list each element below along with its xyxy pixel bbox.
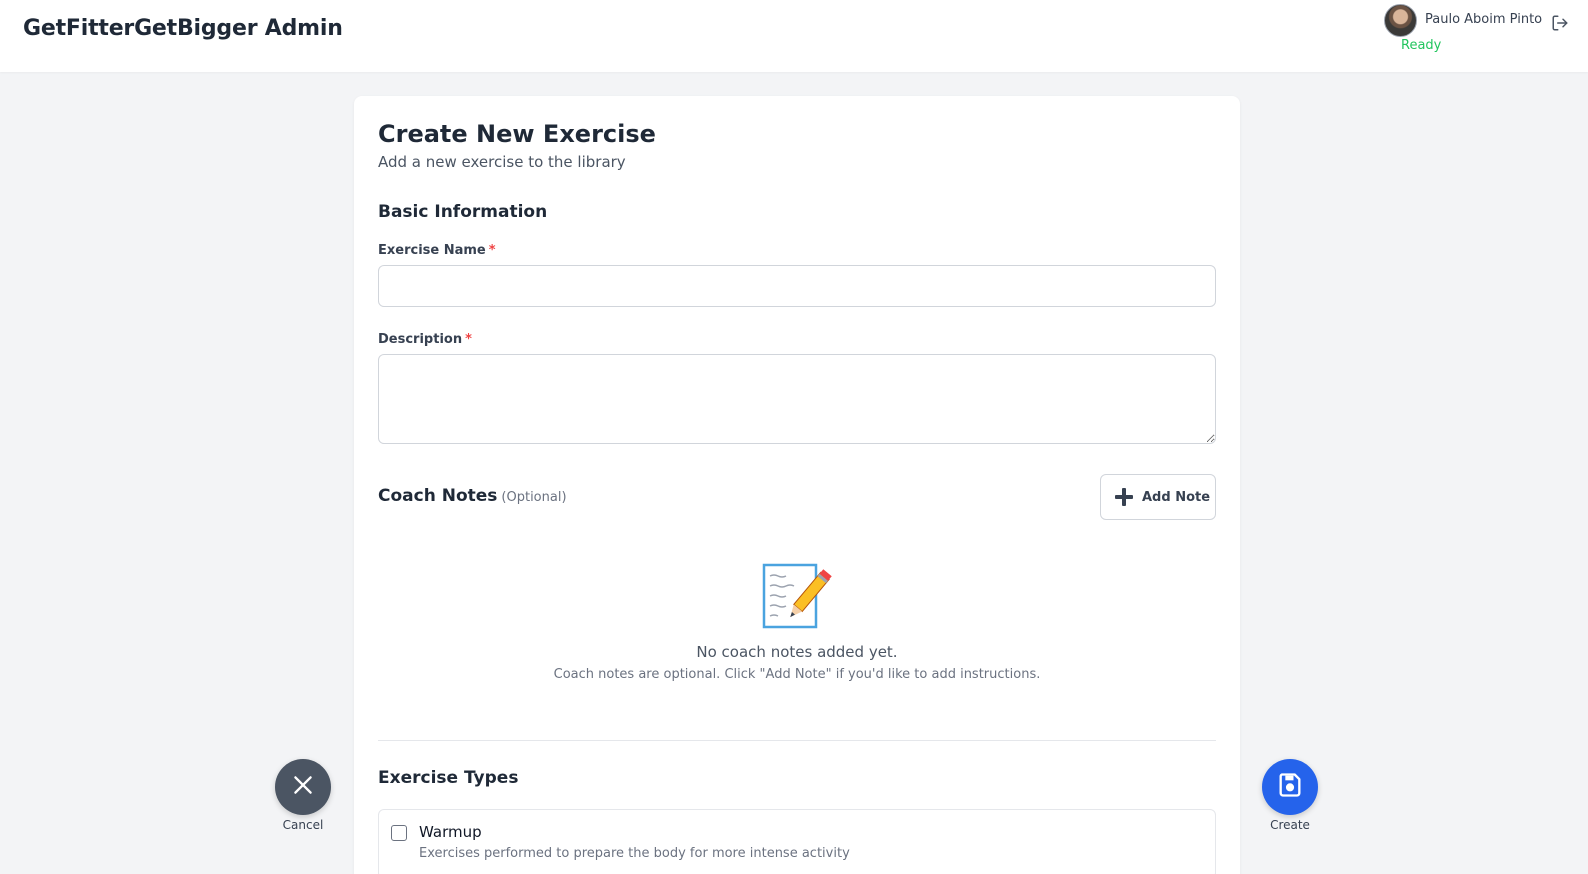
- user-name: Paulo Aboim Pinto: [1425, 12, 1543, 27]
- exercise-name-label-text: Exercise Name: [378, 243, 486, 258]
- exercise-name-label: Exercise Name *: [378, 243, 496, 258]
- save-icon: [1276, 771, 1304, 803]
- coach-notes-heading: Coach Notes (Optional): [378, 486, 567, 506]
- create-label: Create: [1270, 818, 1310, 832]
- warmup-checkbox[interactable]: [391, 825, 407, 841]
- cancel-label: Cancel: [282, 818, 324, 832]
- exercise-type-option[interactable]: Warmup Exercises performed to prepare th…: [378, 809, 1216, 874]
- description-label-text: Description: [378, 332, 463, 347]
- connection-status: Ready: [1401, 38, 1442, 53]
- exercise-type-label: Warmup: [419, 823, 482, 841]
- cancel-button[interactable]: [275, 759, 331, 815]
- required-marker: *: [488, 243, 496, 258]
- top-bar: GetFitterGetBigger Admin Paulo Aboim Pin…: [0, 0, 1588, 72]
- logout-icon[interactable]: [1551, 14, 1569, 32]
- memo-icon: [762, 562, 832, 632]
- exercise-type-description: Exercises performed to prepare the body …: [419, 846, 850, 861]
- description-label: Description *: [378, 332, 472, 347]
- add-note-label: Add Note: [1142, 489, 1211, 505]
- basic-information-heading: Basic Information: [378, 202, 548, 222]
- add-note-button[interactable]: Add Note: [1100, 474, 1216, 520]
- required-marker: *: [465, 332, 472, 347]
- user-menu: Paulo Aboim Pinto Ready: [1384, 4, 1588, 64]
- coach-notes-heading-text: Coach Notes: [378, 486, 498, 506]
- description-textarea[interactable]: [378, 354, 1216, 444]
- close-icon: [290, 772, 316, 802]
- empty-notes-title: No coach notes added yet.: [696, 643, 898, 661]
- exercise-types-heading: Exercise Types: [378, 768, 519, 788]
- optional-hint: (Optional): [501, 490, 567, 505]
- section-divider: [378, 740, 1216, 741]
- exercise-name-input[interactable]: [378, 265, 1216, 307]
- empty-notes-hint: Coach notes are optional. Click "Add Not…: [553, 667, 1041, 682]
- create-button[interactable]: [1262, 759, 1318, 815]
- plus-icon: [1114, 487, 1134, 507]
- create-exercise-form: Create New Exercise Add a new exercise t…: [354, 96, 1240, 874]
- page-title: Create New Exercise: [378, 120, 656, 148]
- app-title[interactable]: GetFitterGetBigger Admin: [23, 16, 343, 41]
- avatar[interactable]: [1384, 4, 1417, 37]
- page-subtitle: Add a new exercise to the library: [378, 153, 626, 171]
